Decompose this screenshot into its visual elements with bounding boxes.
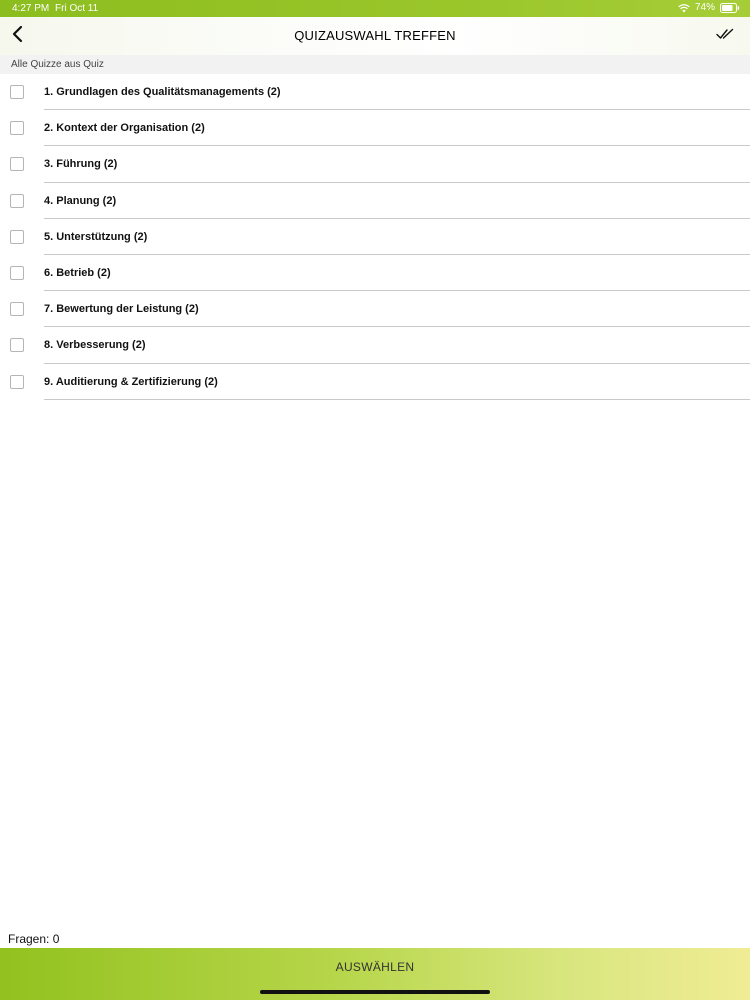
quiz-label: 4. Planung (2) <box>44 194 117 207</box>
quiz-row[interactable]: 3. Führung (2) <box>0 146 750 183</box>
quiz-label: 2. Kontext der Organisation (2) <box>44 122 205 135</box>
double-check-icon <box>716 27 734 45</box>
quiz-label: 5. Unterstützung (2) <box>44 230 148 243</box>
wifi-icon <box>678 3 690 13</box>
quiz-row[interactable]: 7. Bewertung der Leistung (2) <box>0 291 750 328</box>
quiz-row[interactable]: 6. Betrieb (2) <box>0 255 750 292</box>
quiz-checkbox[interactable] <box>10 193 24 208</box>
question-count: Fragen: 0 <box>8 932 60 946</box>
quiz-list: 1. Grundlagen des Qualitätsmanagements (… <box>0 74 750 400</box>
status-indicators: 74% <box>678 2 740 13</box>
page-title: QUIZAUSWAHL TREFFEN <box>294 28 456 43</box>
quiz-checkbox[interactable] <box>10 121 24 136</box>
quiz-label: 3. Führung (2) <box>44 158 118 171</box>
section-header-label: Alle Quizze aus Quiz <box>11 59 104 70</box>
quiz-checkbox[interactable] <box>10 302 24 317</box>
quiz-checkbox[interactable] <box>10 374 24 389</box>
quiz-label: 6. Betrieb (2) <box>44 266 111 279</box>
quiz-checkbox[interactable] <box>10 265 24 280</box>
quiz-row[interactable]: 5. Unterstützung (2) <box>0 219 750 256</box>
quiz-row[interactable]: 9. Auditierung & Zertifizierung (2) <box>0 364 750 400</box>
quiz-row[interactable]: 1. Grundlagen des Qualitätsmanagements (… <box>0 74 750 111</box>
quiz-row[interactable]: 2. Kontext der Organisation (2) <box>0 110 750 147</box>
battery-percentage: 74% <box>694 2 715 13</box>
status-date: Fri Oct 11 <box>55 3 99 14</box>
quiz-row[interactable]: 8. Verbesserung (2) <box>0 327 750 364</box>
quiz-row[interactable]: 4. Planung (2) <box>0 183 750 219</box>
navigation-bar: QUIZAUSWAHL TREFFEN <box>0 17 750 56</box>
quiz-checkbox[interactable] <box>10 85 24 99</box>
status-bar: 4:27 PM Fri Oct 11 74% <box>0 0 750 17</box>
quiz-label: 8. Verbesserung (2) <box>44 339 146 352</box>
battery-icon <box>720 2 740 13</box>
status-time: 4:27 PM <box>12 3 50 14</box>
quiz-checkbox[interactable] <box>10 157 24 172</box>
quiz-label: 1. Grundlagen des Qualitätsmanagements (… <box>44 86 281 98</box>
quiz-checkbox[interactable] <box>10 338 24 353</box>
quiz-label: 7. Bewertung der Leistung (2) <box>44 303 199 316</box>
home-indicator[interactable] <box>260 990 490 994</box>
quiz-label: 9. Auditierung & Zertifizierung (2) <box>44 375 218 388</box>
quiz-checkbox[interactable] <box>10 229 24 244</box>
section-header: Alle Quizze aus Quiz <box>0 55 750 74</box>
select-button-label: AUSWÄHLEN <box>335 960 415 974</box>
select-all-button[interactable] <box>714 26 736 46</box>
